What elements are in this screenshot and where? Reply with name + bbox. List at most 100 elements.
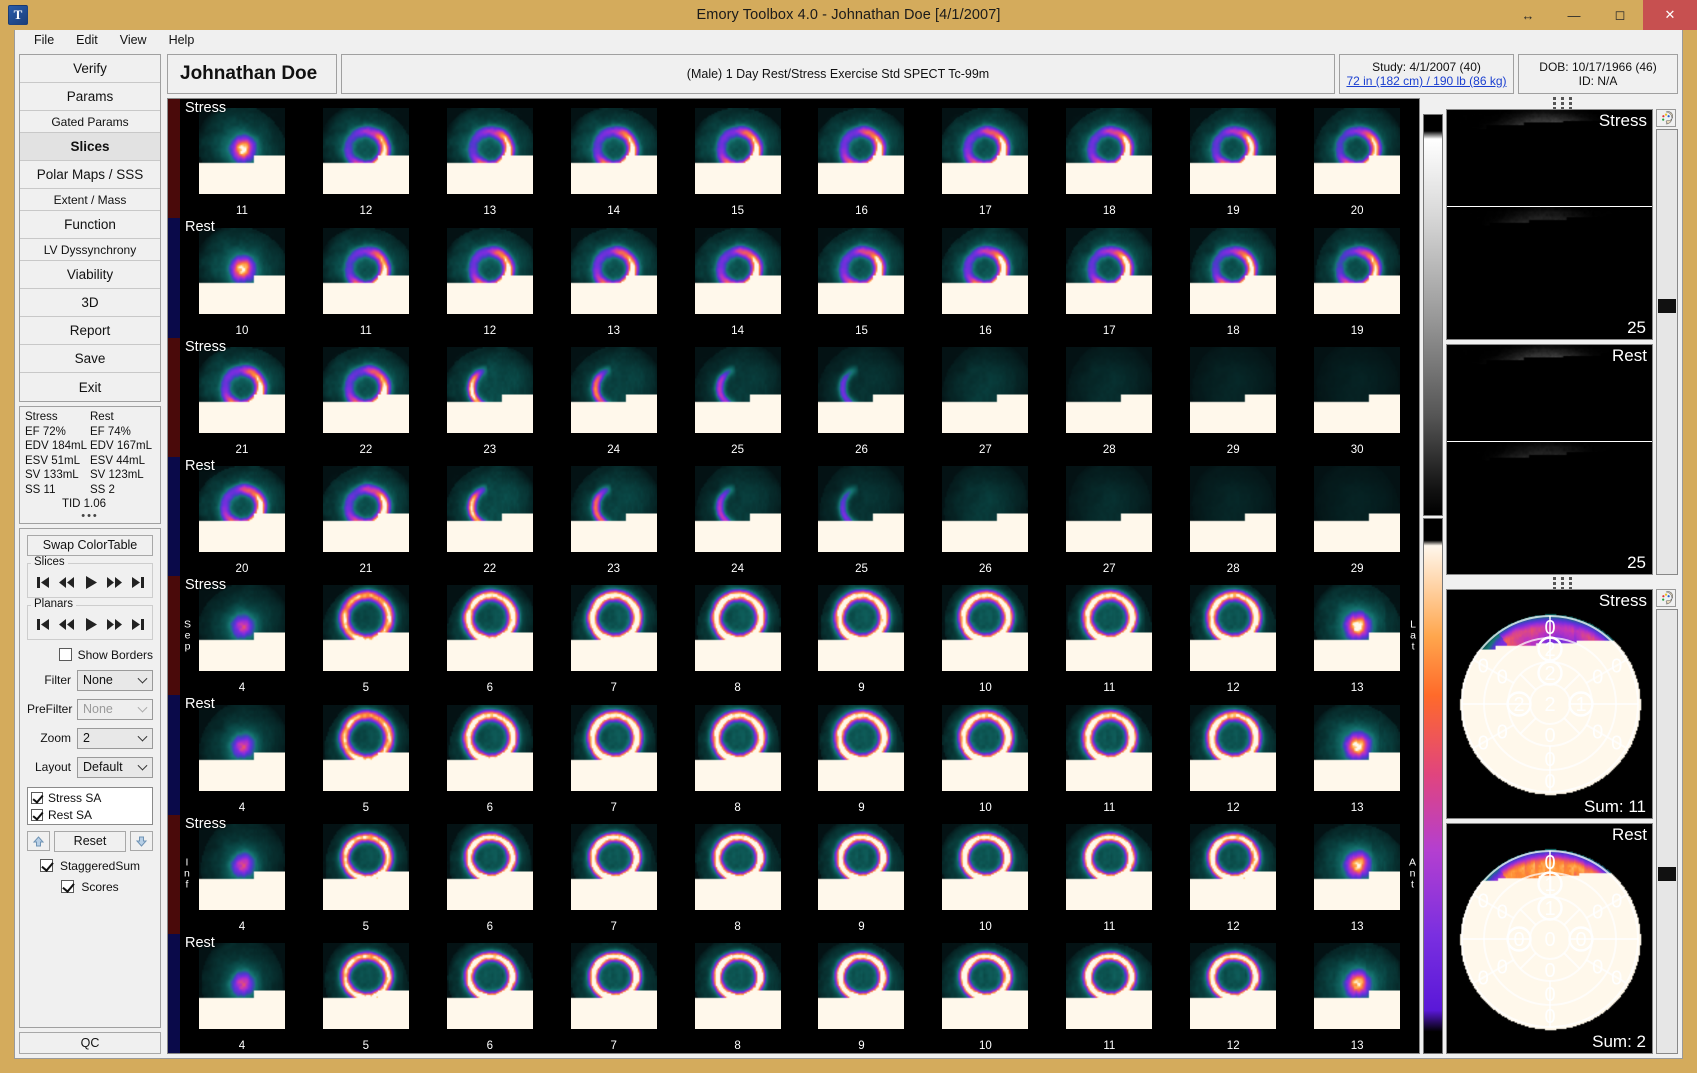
slice-tile[interactable]: 29 (1171, 338, 1295, 457)
slice-tile[interactable]: 17 (923, 99, 1047, 218)
slice-tile[interactable]: 10 (923, 576, 1047, 695)
slice-tile[interactable]: 13 (1295, 695, 1419, 814)
slice-tile[interactable]: 18 (1171, 218, 1295, 337)
slice-tile[interactable]: 11 (1047, 576, 1171, 695)
slice-row-stress-vla[interactable]: Stress Se p La t 4 5 6 7 8 9 10 11 12 13 (168, 576, 1419, 696)
planar-image-stress[interactable]: Stress 25 (1446, 109, 1653, 340)
slice-tile[interactable]: 16 (800, 99, 924, 218)
slices-skip-first-icon[interactable] (33, 574, 52, 591)
menu-edit[interactable]: Edit (65, 32, 109, 48)
nav-params[interactable]: Params (20, 83, 160, 111)
stats-expand-handle[interactable]: ••• (25, 510, 155, 523)
stress-sa-checkbox[interactable] (31, 792, 43, 804)
slice-tile[interactable]: 12 (304, 99, 428, 218)
planars-fast-forward-icon[interactable] (105, 616, 124, 633)
slice-tile[interactable]: 8 (676, 576, 800, 695)
close-icon[interactable]: ✕ (1643, 0, 1697, 30)
filter-select[interactable]: None (77, 669, 153, 691)
slice-tile[interactable]: 11 (1047, 695, 1171, 814)
slice-tile[interactable]: 4 (180, 934, 304, 1053)
slice-tile[interactable]: 19 (1295, 218, 1419, 337)
polar-map-stress[interactable]: 0 0 0 0 0 0 2 0 0 0 0 0 2 1 0 2 2 Stress Sum: 11 (1446, 588, 1653, 820)
heat-colorbar[interactable] (1423, 517, 1443, 1054)
show-borders-checkbox[interactable] (58, 648, 72, 661)
slice-tile[interactable]: 15 (800, 218, 924, 337)
nav-save[interactable]: Save (20, 345, 160, 373)
planar-grip-handle[interactable] (1446, 97, 1678, 110)
patient-measurements-link[interactable]: 72 in (182 cm) / 190 lb (86 kg) (1346, 74, 1506, 88)
slices-play-icon[interactable] (81, 574, 100, 591)
slice-tile[interactable]: 7 (552, 815, 676, 934)
slice-row-stress-sa2[interactable]: Stress 21 22 23 24 25 26 27 28 29 30 (168, 337, 1419, 457)
menu-help[interactable]: Help (158, 32, 206, 48)
palette-icon[interactable] (1656, 109, 1676, 127)
slice-row-rest-hla[interactable]: Rest 4 5 6 7 8 9 10 11 12 13 (168, 933, 1419, 1053)
slice-tile[interactable]: 13 (1295, 576, 1419, 695)
slice-tile[interactable]: 12 (1171, 576, 1295, 695)
slices-rewind-icon[interactable] (57, 574, 76, 591)
nav-function[interactable]: Function (20, 211, 160, 239)
polar-grip-handle[interactable] (1446, 576, 1678, 590)
planars-skip-first-icon[interactable] (33, 616, 52, 633)
grayscale-colorbar[interactable] (1423, 114, 1443, 516)
slice-tile[interactable]: 10 (923, 934, 1047, 1053)
slice-tile[interactable]: 12 (1171, 695, 1295, 814)
slice-tile[interactable]: 6 (428, 815, 552, 934)
slice-tile[interactable]: 24 (552, 338, 676, 457)
minimize-icon[interactable]: — (1551, 0, 1597, 30)
scores-checkbox[interactable] (61, 880, 75, 893)
slice-tile[interactable]: 15 (676, 99, 800, 218)
slice-tile[interactable]: 25 (800, 457, 924, 576)
arrow-up-icon[interactable] (27, 831, 50, 851)
slice-tile[interactable]: 19 (1171, 99, 1295, 218)
menu-file[interactable]: File (23, 32, 65, 48)
slice-tile[interactable]: 22 (428, 457, 552, 576)
list-item[interactable]: Rest SA (31, 807, 149, 824)
slice-tile[interactable]: 23 (428, 338, 552, 457)
planars-skip-last-icon[interactable] (129, 616, 148, 633)
nav-verify[interactable]: Verify (20, 55, 160, 83)
swap-colortable-button[interactable]: Swap ColorTable (27, 534, 153, 556)
nav-slices[interactable]: Slices (20, 133, 160, 161)
series-list[interactable]: Stress SA Rest SA (27, 786, 153, 825)
slice-row-stress-hla[interactable]: Stress In f An t 4 5 6 7 8 9 10 11 12 13 (168, 814, 1419, 934)
slice-tile[interactable]: 13 (428, 99, 552, 218)
slice-tile[interactable]: 10 (923, 815, 1047, 934)
slice-tile[interactable]: 14 (676, 218, 800, 337)
slice-tile[interactable]: 22 (304, 338, 428, 457)
planars-rewind-icon[interactable] (57, 616, 76, 633)
slice-tile[interactable]: 5 (304, 695, 428, 814)
slice-tile[interactable]: 29 (1295, 457, 1419, 576)
qc-button[interactable]: QC (19, 1032, 161, 1054)
slice-tile[interactable]: 26 (800, 338, 924, 457)
staggered-sum-row[interactable]: StaggeredSum (27, 859, 153, 873)
slice-tile[interactable]: 9 (800, 576, 924, 695)
slice-row-rest-sa2[interactable]: Rest 20 21 22 23 24 25 26 27 28 29 (168, 456, 1419, 576)
slice-row-rest-sa[interactable]: Rest 10 11 12 13 14 15 16 17 18 19 (168, 218, 1419, 338)
planar-image-rest[interactable]: Rest 25 (1446, 343, 1653, 575)
slice-tile[interactable]: 11 (180, 99, 304, 218)
slice-tile[interactable]: 6 (428, 934, 552, 1053)
slices-canvas[interactable]: Stress 11 12 13 14 15 16 17 18 19 20 Rest 10 11 12 13 14… (167, 98, 1420, 1054)
nav-gated-params[interactable]: Gated Params (20, 111, 160, 133)
slice-tile[interactable]: 13 (552, 218, 676, 337)
slice-tile[interactable]: 7 (552, 695, 676, 814)
slice-tile[interactable]: 11 (1047, 815, 1171, 934)
slice-tile[interactable]: 7 (552, 934, 676, 1053)
slice-tile[interactable]: 20 (180, 457, 304, 576)
nav-exit[interactable]: Exit (20, 373, 160, 401)
slices-skip-last-icon[interactable] (129, 574, 148, 591)
layout-select[interactable]: Default (77, 756, 153, 778)
slice-tile[interactable]: 5 (304, 934, 428, 1053)
menu-view[interactable]: View (109, 32, 158, 48)
nav-polar-maps-sss[interactable]: Polar Maps / SSS (20, 161, 160, 189)
slice-tile[interactable]: 17 (1047, 218, 1171, 337)
polar-map-rest[interactable]: 0 0 0 0 0 0 1 0 0 0 0 0 1 0 0 0 0 Rest Sum: 2 (1446, 823, 1653, 1054)
slice-tile[interactable]: 27 (923, 338, 1047, 457)
slice-tile[interactable]: 21 (304, 457, 428, 576)
slice-tile[interactable]: 5 (304, 815, 428, 934)
slice-tile[interactable]: 27 (1047, 457, 1171, 576)
nav-viability[interactable]: Viability (20, 261, 160, 289)
show-borders-row[interactable]: Show Borders (27, 648, 153, 662)
palette-icon[interactable] (1656, 588, 1676, 607)
